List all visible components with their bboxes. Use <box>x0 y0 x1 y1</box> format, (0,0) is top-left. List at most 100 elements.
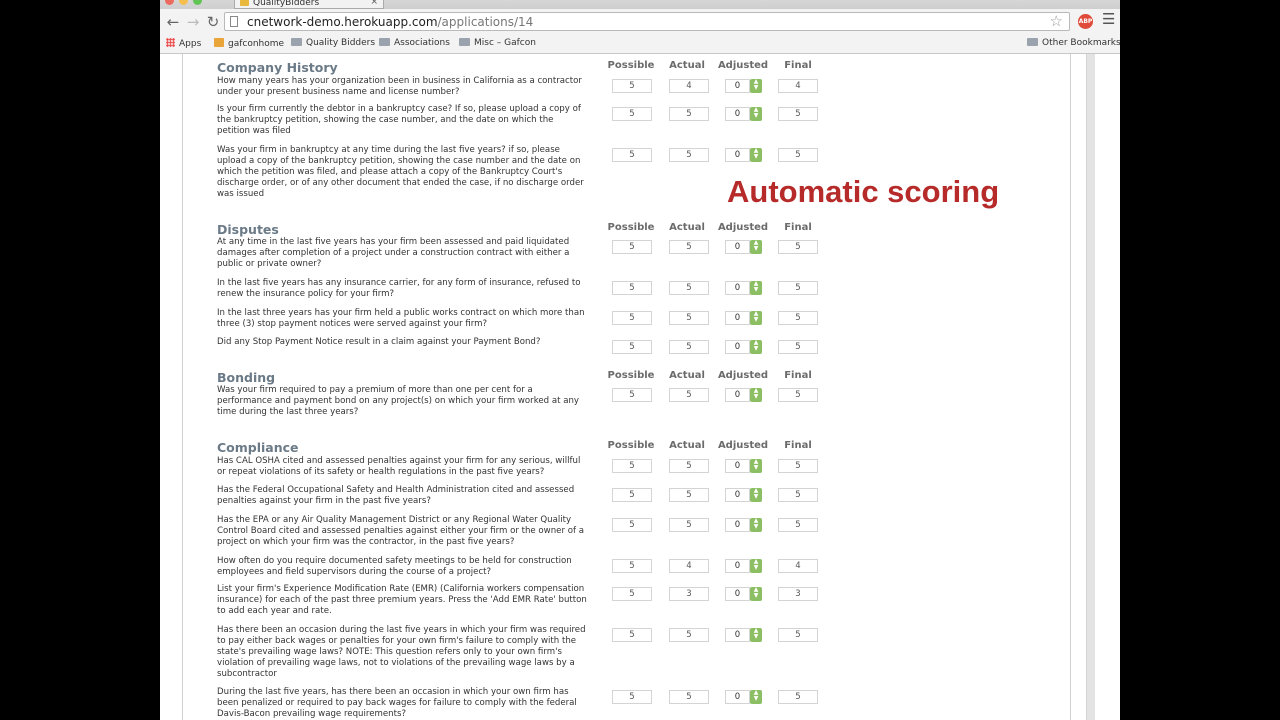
bookmark-label: Apps <box>179 39 202 49</box>
bookmark-quality-bidders[interactable]: Quality Bidders <box>291 38 375 48</box>
tab-close-icon[interactable]: × <box>370 0 378 7</box>
folder-icon <box>1027 38 1038 46</box>
bookmark-star-icon[interactable]: ☆ <box>1050 12 1063 30</box>
column-header-actual: Actual <box>669 60 705 71</box>
adjusted-score-stepper[interactable]: 0 ▲ ▼ <box>725 459 763 473</box>
adjusted-score-input[interactable]: 0 <box>725 107 750 121</box>
spinner-arrows-icon[interactable]: ▲ ▼ <box>750 690 762 704</box>
spinner-arrows-icon[interactable]: ▲ ▼ <box>750 459 762 473</box>
adjusted-score-input[interactable]: 0 <box>725 148 750 162</box>
address-bar[interactable]: cnetwork-demo.herokuapp.com/applications… <box>224 12 1070 31</box>
adjusted-score-stepper[interactable]: 0 ▲ ▼ <box>725 281 763 295</box>
final-score-field: 5 <box>778 488 818 502</box>
question-text: How often do you require documented safe… <box>217 556 572 577</box>
bookmark-gafconhome[interactable]: gafconhome <box>214 38 284 49</box>
spinner-arrows-icon[interactable]: ▲ ▼ <box>750 518 762 532</box>
actual-score-field: 5 <box>669 628 709 642</box>
adjusted-score-stepper[interactable]: 0 ▲ ▼ <box>725 107 763 121</box>
bookmark-misc-gafcon[interactable]: Misc – Gafcon <box>459 38 536 48</box>
adjusted-score-input[interactable]: 0 <box>725 587 750 601</box>
adjusted-score-input[interactable]: 0 <box>725 311 750 325</box>
adjusted-score-input[interactable]: 0 <box>725 559 750 573</box>
question-text: At any time in the last five years has y… <box>217 237 570 269</box>
actual-score-field: 3 <box>669 587 709 601</box>
adjusted-score-stepper[interactable]: 0 ▲ ▼ <box>725 587 763 601</box>
browser-window: QualityBidders × ← → ↻ cnetwork-demo.her… <box>160 0 1120 720</box>
adjusted-score-stepper[interactable]: 0 ▲ ▼ <box>725 690 763 704</box>
bookmark-associations[interactable]: Associations <box>379 38 450 48</box>
bookmarks-bar: Apps gafconhome Quality Bidders Associat… <box>160 35 1120 54</box>
url-text[interactable]: cnetwork-demo.herokuapp.com/applications… <box>247 15 533 29</box>
spinner-arrows-icon[interactable]: ▲ ▼ <box>750 79 762 93</box>
adjusted-score-stepper[interactable]: 0 ▲ ▼ <box>725 311 763 325</box>
adjusted-score-input[interactable]: 0 <box>725 340 750 354</box>
spinner-arrows-icon[interactable]: ▲ ▼ <box>750 388 762 402</box>
adjusted-score-stepper[interactable]: 0 ▲ ▼ <box>725 340 763 354</box>
close-window-icon[interactable] <box>165 0 174 5</box>
adjusted-score-stepper[interactable]: 0 ▲ ▼ <box>725 388 763 402</box>
adjusted-score-stepper[interactable]: 0 ▲ ▼ <box>725 628 763 642</box>
spinner-arrows-icon[interactable]: ▲ ▼ <box>750 559 762 573</box>
final-score-field: 5 <box>778 690 818 704</box>
spinner-arrows-icon[interactable]: ▲ ▼ <box>750 281 762 295</box>
folder-icon <box>459 38 470 46</box>
spinner-arrows-icon[interactable]: ▲ ▼ <box>750 148 762 162</box>
possible-score-field: 5 <box>612 281 652 295</box>
forward-arrow-icon[interactable]: → <box>184 13 202 31</box>
adjusted-score-input[interactable]: 0 <box>725 79 750 93</box>
minimize-window-icon[interactable] <box>179 0 188 5</box>
section-title: Company History <box>217 60 338 75</box>
browser-tab[interactable]: QualityBidders × <box>234 0 384 9</box>
adjusted-score-input[interactable]: 0 <box>725 518 750 532</box>
adjusted-score-stepper[interactable]: 0 ▲ ▼ <box>725 518 763 532</box>
column-header-final: Final <box>784 440 812 451</box>
spinner-arrows-icon[interactable]: ▲ ▼ <box>750 628 762 642</box>
adjusted-score-input[interactable]: 0 <box>725 281 750 295</box>
spinner-arrows-icon[interactable]: ▲ ▼ <box>750 311 762 325</box>
question-text: Has the Federal Occupational Safety and … <box>217 485 575 506</box>
actual-score-field: 5 <box>669 340 709 354</box>
section-title: Compliance <box>217 440 299 455</box>
spinner-arrows-icon[interactable]: ▲ ▼ <box>750 587 762 601</box>
page-scrollbar[interactable] <box>1086 54 1095 720</box>
folder-icon <box>379 38 390 46</box>
spinner-arrows-icon[interactable]: ▲ ▼ <box>750 340 762 354</box>
possible-score-field: 5 <box>612 388 652 402</box>
adjusted-score-input[interactable]: 0 <box>725 459 750 473</box>
final-score-field: 5 <box>778 281 818 295</box>
adjusted-score-input[interactable]: 0 <box>725 628 750 642</box>
spinner-arrows-icon[interactable]: ▲ ▼ <box>750 107 762 121</box>
adjusted-score-stepper[interactable]: 0 ▲ ▼ <box>725 559 763 573</box>
question-text: Has CAL OSHA cited and assessed penaltie… <box>217 456 581 477</box>
adjusted-score-input[interactable]: 0 <box>725 388 750 402</box>
possible-score-field: 5 <box>612 340 652 354</box>
zoom-window-icon[interactable] <box>193 0 202 5</box>
question-text: Has the EPA or any Air Quality Managemen… <box>217 515 584 547</box>
actual-score-field: 4 <box>669 79 709 93</box>
adjusted-score-stepper[interactable]: 0 ▲ ▼ <box>725 148 763 162</box>
bookmark-other[interactable]: Other Bookmarks <box>1027 38 1120 48</box>
adjusted-score-stepper[interactable]: 0 ▲ ▼ <box>725 240 763 254</box>
possible-score-field: 5 <box>612 148 652 162</box>
final-score-field: 5 <box>778 311 818 325</box>
bookmark-apps[interactable]: Apps <box>166 38 201 49</box>
bookmark-label: Misc – Gafcon <box>474 38 536 48</box>
adjusted-score-input[interactable]: 0 <box>725 690 750 704</box>
adjusted-score-stepper[interactable]: 0 ▲ ▼ <box>725 488 763 502</box>
adjusted-score-stepper[interactable]: 0 ▲ ▼ <box>725 79 763 93</box>
chrome-menu-icon[interactable]: ☰ <box>1102 10 1115 28</box>
back-arrow-icon[interactable]: ← <box>164 13 182 31</box>
column-header-adjusted: Adjusted <box>717 60 769 71</box>
adblock-icon[interactable]: ABP <box>1078 14 1093 29</box>
column-header-final: Final <box>784 370 812 381</box>
spinner-arrows-icon[interactable]: ▲ ▼ <box>750 240 762 254</box>
possible-score-field: 5 <box>612 690 652 704</box>
spinner-arrows-icon[interactable]: ▲ ▼ <box>750 488 762 502</box>
adjusted-score-input[interactable]: 0 <box>725 240 750 254</box>
adjusted-score-input[interactable]: 0 <box>725 488 750 502</box>
actual-score-field: 5 <box>669 488 709 502</box>
question-text: How many years has your organization bee… <box>217 76 582 97</box>
actual-score-field: 5 <box>669 311 709 325</box>
actual-score-field: 5 <box>669 240 709 254</box>
reload-icon[interactable]: ↻ <box>204 13 222 31</box>
